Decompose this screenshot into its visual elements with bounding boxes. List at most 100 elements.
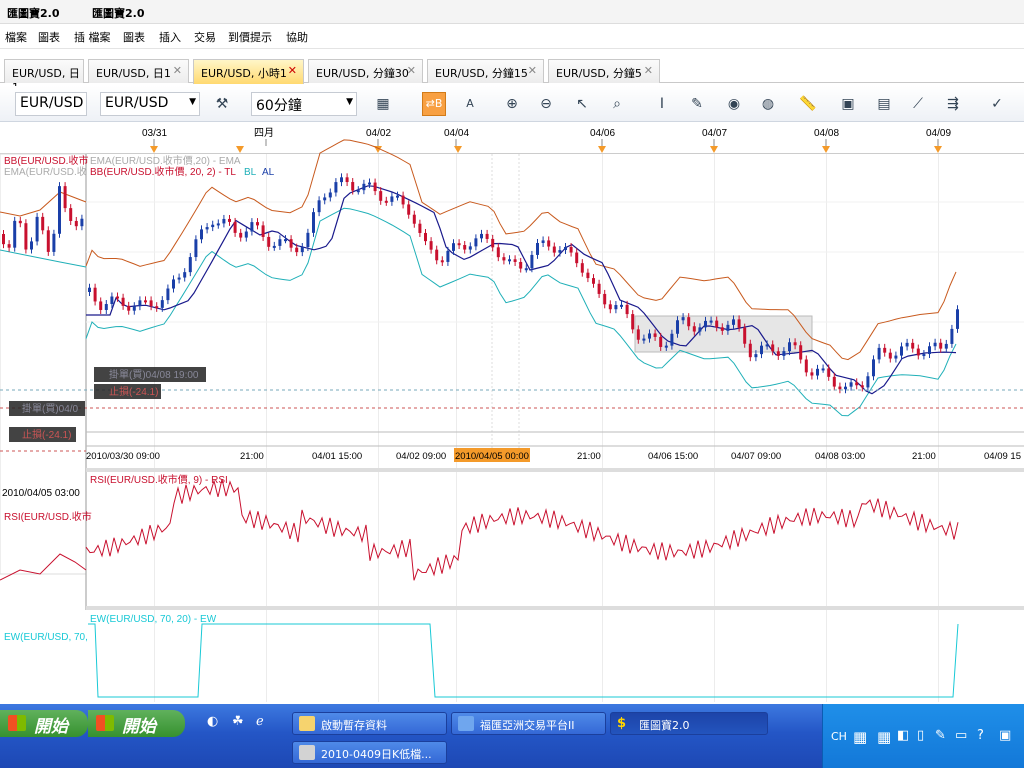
candle-body <box>261 225 265 237</box>
close-icon[interactable]: ✕ <box>288 64 297 77</box>
crosshair-icon[interactable]: Ⅰ <box>652 94 672 114</box>
pen-icon[interactable]: ✎ <box>687 94 707 114</box>
ime-icon-2[interactable]: ▦ <box>877 728 891 746</box>
candle-body <box>407 204 411 215</box>
candle-body <box>7 244 11 248</box>
help-icon[interactable]: ? <box>977 728 984 743</box>
candle-body <box>816 368 819 376</box>
order-label-pending-left[interactable]: 掛單(買)04/0 <box>22 402 79 415</box>
language-indicator[interactable]: CH <box>831 730 847 743</box>
tray-icon[interactable]: ✎ <box>935 728 946 743</box>
tray-icon[interactable]: ◧ <box>897 728 909 743</box>
tray-icon[interactable]: ▯ <box>917 728 924 743</box>
export-icon[interactable]: ⇶ <box>943 94 963 114</box>
candle-body <box>160 300 164 308</box>
start-button-2[interactable]: 開始 <box>88 710 185 737</box>
menu-insert[interactable]: 插入 <box>159 29 181 45</box>
candle-body <box>681 317 685 321</box>
candle-body <box>93 287 97 302</box>
candle-body <box>278 239 282 246</box>
candle-body <box>183 272 187 278</box>
line-tool-icon[interactable]: ⟋ <box>908 94 928 114</box>
top-date-label: 04/06 <box>590 128 615 139</box>
tab-eurusd-h1[interactable]: EUR/USD, 小時1 ✕ <box>193 59 304 84</box>
candle-body <box>513 259 517 262</box>
task-huitubao[interactable]: $ 匯圖寶2.0 <box>610 712 768 735</box>
candle-body <box>149 300 153 307</box>
indicator-tool-icon[interactable]: ⚒ <box>212 94 232 114</box>
candle-body <box>74 220 78 227</box>
menu-file[interactable]: 檔案 <box>5 29 27 45</box>
layout-icon[interactable]: ▤ <box>874 94 894 114</box>
close-icon[interactable]: ✕ <box>528 64 537 77</box>
tab-eurusd-d1-b[interactable]: EUR/USD, 日1 ✕ <box>88 59 189 83</box>
menu-chart-2[interactable]: 圖表 <box>123 29 145 45</box>
tab-eurusd-d1[interactable]: EUR/USD, 日1 <box>4 59 84 94</box>
start-button[interactable]: 開始 <box>0 710 88 737</box>
candle-body <box>849 382 853 387</box>
close-icon[interactable]: ✕ <box>407 64 416 77</box>
menu-insert-file[interactable]: 插 檔案 <box>74 29 111 45</box>
candle-body <box>855 382 859 386</box>
candle-body <box>754 354 758 358</box>
candle-body <box>205 227 209 230</box>
order-label-stop-left[interactable]: 止損(-24.1) <box>22 428 71 441</box>
candle-body <box>888 352 892 359</box>
tab-eurusd-m15[interactable]: EUR/USD, 分鐘15 ✕ <box>427 59 544 83</box>
price-chart[interactable]: 03/31 四月 04/02 04/04 04/06 04/07 04/08 04/09 BB… <box>0 122 1024 704</box>
chart-area[interactable]: 03/31 四月 04/02 04/04 04/06 04/07 04/08 04/09 BB… <box>0 122 1024 704</box>
candle-body <box>748 343 752 358</box>
candle-body <box>463 245 467 250</box>
order-label-stop[interactable]: 止損(-24.1) <box>109 385 158 398</box>
symbol-select[interactable]: EUR/USD ▼ <box>100 92 200 116</box>
zoom-in-icon[interactable]: ⊕ <box>502 94 522 114</box>
candle-body <box>58 186 61 234</box>
ime-icon[interactable]: ▦ <box>853 728 867 746</box>
ruler-icon[interactable]: 📏 <box>798 94 818 114</box>
candle-body <box>928 346 931 355</box>
menu-trade[interactable]: 交易 <box>194 29 216 45</box>
image-icon[interactable]: ▣ <box>838 94 858 114</box>
quicklaunch-icon[interactable]: ◐ <box>207 714 218 729</box>
task-fxcm-platform[interactable]: 福匯亞洲交易平台II <box>451 712 606 735</box>
close-icon[interactable]: ✕ <box>173 64 182 77</box>
task-doc[interactable]: 2010-0409日K低檔... <box>292 741 447 764</box>
document-icon <box>299 745 315 760</box>
period-select[interactable]: 60分鐘 ▼ <box>251 92 357 116</box>
cursor-icon[interactable]: ↖ <box>572 94 592 114</box>
order-label-pending[interactable]: 掛單(買)04/08 19:00 <box>109 368 199 381</box>
zoom-out-icon[interactable]: ⊖ <box>536 94 556 114</box>
legend-bb-left: BB(EUR/USD.收市 <box>4 154 88 167</box>
draw-icon[interactable]: ✓ <box>987 94 1007 114</box>
candle-body <box>670 333 674 346</box>
candle-body <box>922 354 926 357</box>
candle-body <box>424 232 427 242</box>
menu-chart[interactable]: 圖表 <box>38 29 60 45</box>
close-icon[interactable]: ✕ <box>644 64 653 77</box>
tray-icon[interactable]: ▣ <box>999 728 1011 743</box>
globe-icon[interactable]: ◍ <box>758 94 778 114</box>
menu-help[interactable]: 協助 <box>286 29 308 45</box>
menu-price-alert[interactable]: 到價提示 <box>228 29 272 45</box>
symbol-field-left[interactable]: EUR/USD <box>15 92 87 116</box>
candle-body <box>720 327 724 331</box>
tray-icon[interactable]: ▭ <box>955 728 967 743</box>
magnify-icon[interactable]: ⌕ <box>607 94 627 114</box>
candle-body <box>502 257 506 261</box>
candle-body <box>564 246 567 251</box>
text-icon[interactable]: A <box>460 94 480 114</box>
candle-body <box>519 261 523 269</box>
bar-mode-button[interactable]: ⇄B <box>422 92 446 116</box>
tab-eurusd-m5[interactable]: EUR/USD, 分鐘5 ✕ <box>548 59 660 83</box>
windows-flag-icon <box>8 715 26 731</box>
messenger-icon[interactable]: ☘ <box>232 714 244 729</box>
tab-eurusd-m30[interactable]: EUR/USD, 分鐘30 ✕ <box>308 59 423 83</box>
chart-type-icon[interactable]: ▦ <box>373 94 393 114</box>
eye-icon[interactable]: ◉ <box>724 94 744 114</box>
ie-icon[interactable]: ℯ <box>256 714 264 729</box>
top-date-label: 四月 <box>254 127 274 139</box>
candle-body <box>821 368 825 371</box>
task-temp-folder[interactable]: 啟動暫存資料 <box>292 712 447 735</box>
candle-body <box>312 212 315 233</box>
candle-body <box>200 229 203 240</box>
